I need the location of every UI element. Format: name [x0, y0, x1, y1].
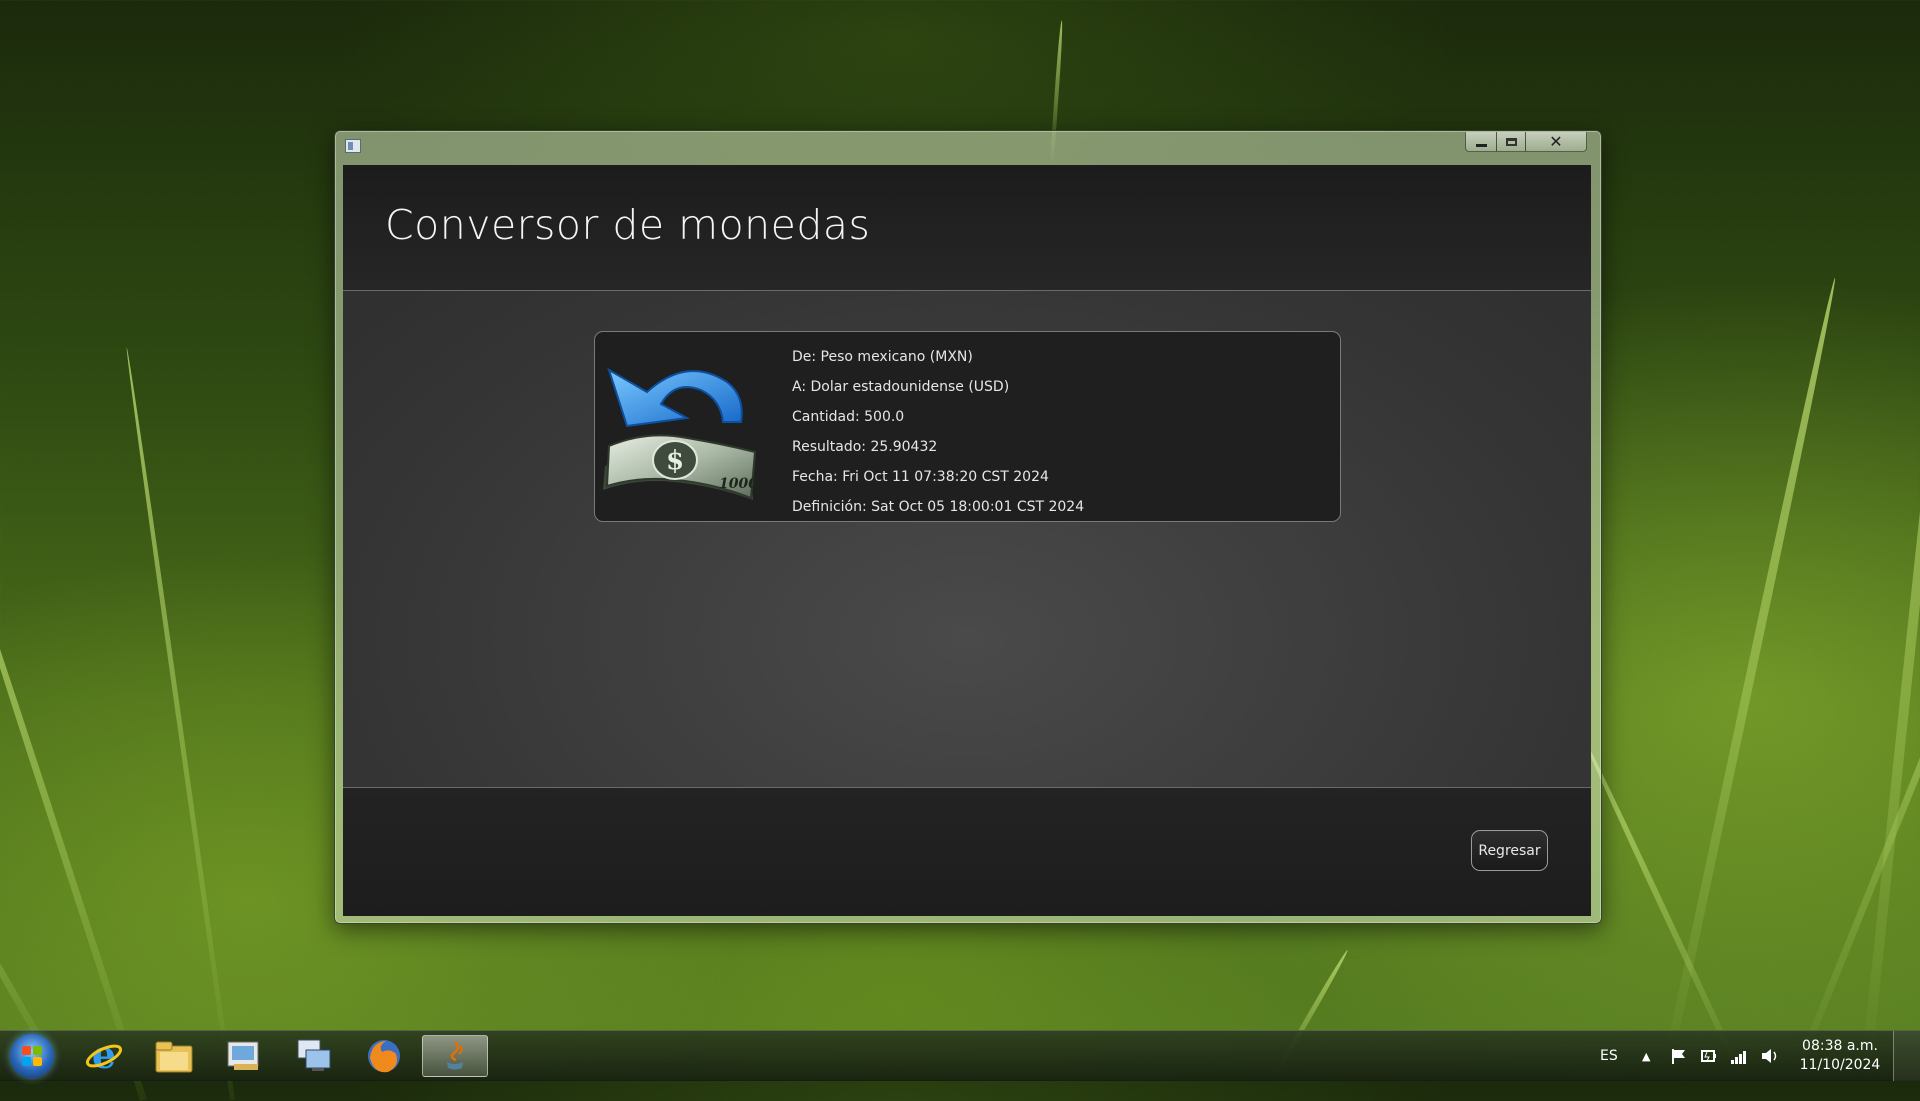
- start-button[interactable]: [10, 1034, 54, 1078]
- amount: Cantidad: 500.0: [792, 409, 905, 425]
- svg-text:$: $: [666, 446, 684, 476]
- clock-time: 08:38 a.m.: [1802, 1038, 1878, 1054]
- clock-date: 11/10/2024: [1799, 1057, 1881, 1073]
- content-area: $ 1000 De: Peso mexicano (MXN) A: Dolar …: [343, 291, 1591, 787]
- window-client: Conversor de monedas $ 1000 De: Peso mex…: [343, 165, 1591, 916]
- language-indicator[interactable]: ES: [1600, 1031, 1618, 1081]
- close-icon: ✕: [1549, 132, 1563, 151]
- system-clock[interactable]: 08:38 a.m. 11/10/2024: [1790, 1037, 1890, 1075]
- tray-expand-icon[interactable]: ▲: [1642, 1031, 1650, 1081]
- back-button[interactable]: Regresar: [1471, 830, 1548, 871]
- maximize-button[interactable]: [1496, 132, 1526, 152]
- taskbar-firefox[interactable]: [356, 1035, 412, 1077]
- taskbar-java-app[interactable]: [422, 1035, 488, 1077]
- java-icon: [447, 1041, 463, 1070]
- minimize-button[interactable]: [1465, 132, 1497, 152]
- file-explorer-icon: [155, 1041, 193, 1073]
- to-currency: A: Dolar estadounidense (USD): [792, 379, 1010, 395]
- power-icon[interactable]: [1700, 1031, 1718, 1081]
- taskbar: e ES ▲ 08:38 a.m. 11/10/2024: [0, 1030, 1920, 1081]
- network-signal-icon[interactable]: [1730, 1031, 1748, 1081]
- remote-desktop-icon: [297, 1039, 331, 1071]
- definition: Definición: Sat Oct 05 18:00:01 CST 2024: [792, 499, 1085, 515]
- page-title: Conversor de monedas: [385, 201, 871, 249]
- from-currency: De: Peso mexicano (MXN): [792, 349, 973, 365]
- taskbar-internet-explorer[interactable]: e: [76, 1035, 132, 1077]
- close-button[interactable]: ✕: [1525, 132, 1587, 152]
- volume-icon[interactable]: [1760, 1031, 1780, 1081]
- header: Conversor de monedas: [343, 165, 1591, 291]
- windows-logo-icon: [22, 1046, 42, 1066]
- bill-value: 1000: [719, 476, 758, 492]
- money-exchange-icon: $ 1000: [603, 367, 758, 500]
- window-icon: [345, 139, 361, 153]
- svg-text:e: e: [92, 1036, 116, 1076]
- minimize-icon: [1475, 144, 1487, 147]
- conversion-details: De: Peso mexicano (MXN) A: Dolar estadou…: [792, 342, 1084, 522]
- show-desktop-button[interactable]: [1893, 1031, 1920, 1081]
- conversion-card: $ 1000 De: Peso mexicano (MXN) A: Dolar …: [594, 331, 1341, 522]
- media-center-icon: [227, 1041, 259, 1070]
- maximize-icon: [1505, 137, 1517, 146]
- taskbar-file-explorer[interactable]: [146, 1035, 202, 1077]
- footer: Regresar: [343, 787, 1591, 916]
- app-window: ✕ Conversor de monedas $ 1000 De: Peso m…: [334, 130, 1602, 924]
- date: Fecha: Fri Oct 11 07:38:20 CST 2024: [792, 469, 1049, 485]
- internet-explorer-icon: e: [85, 1036, 123, 1076]
- action-center-flag-icon[interactable]: [1670, 1031, 1688, 1081]
- taskbar-media-center[interactable]: [216, 1035, 272, 1077]
- firefox-icon: [368, 1040, 400, 1073]
- taskbar-remote-desktop[interactable]: [286, 1035, 342, 1077]
- result: Resultado: 25.90432: [792, 439, 938, 455]
